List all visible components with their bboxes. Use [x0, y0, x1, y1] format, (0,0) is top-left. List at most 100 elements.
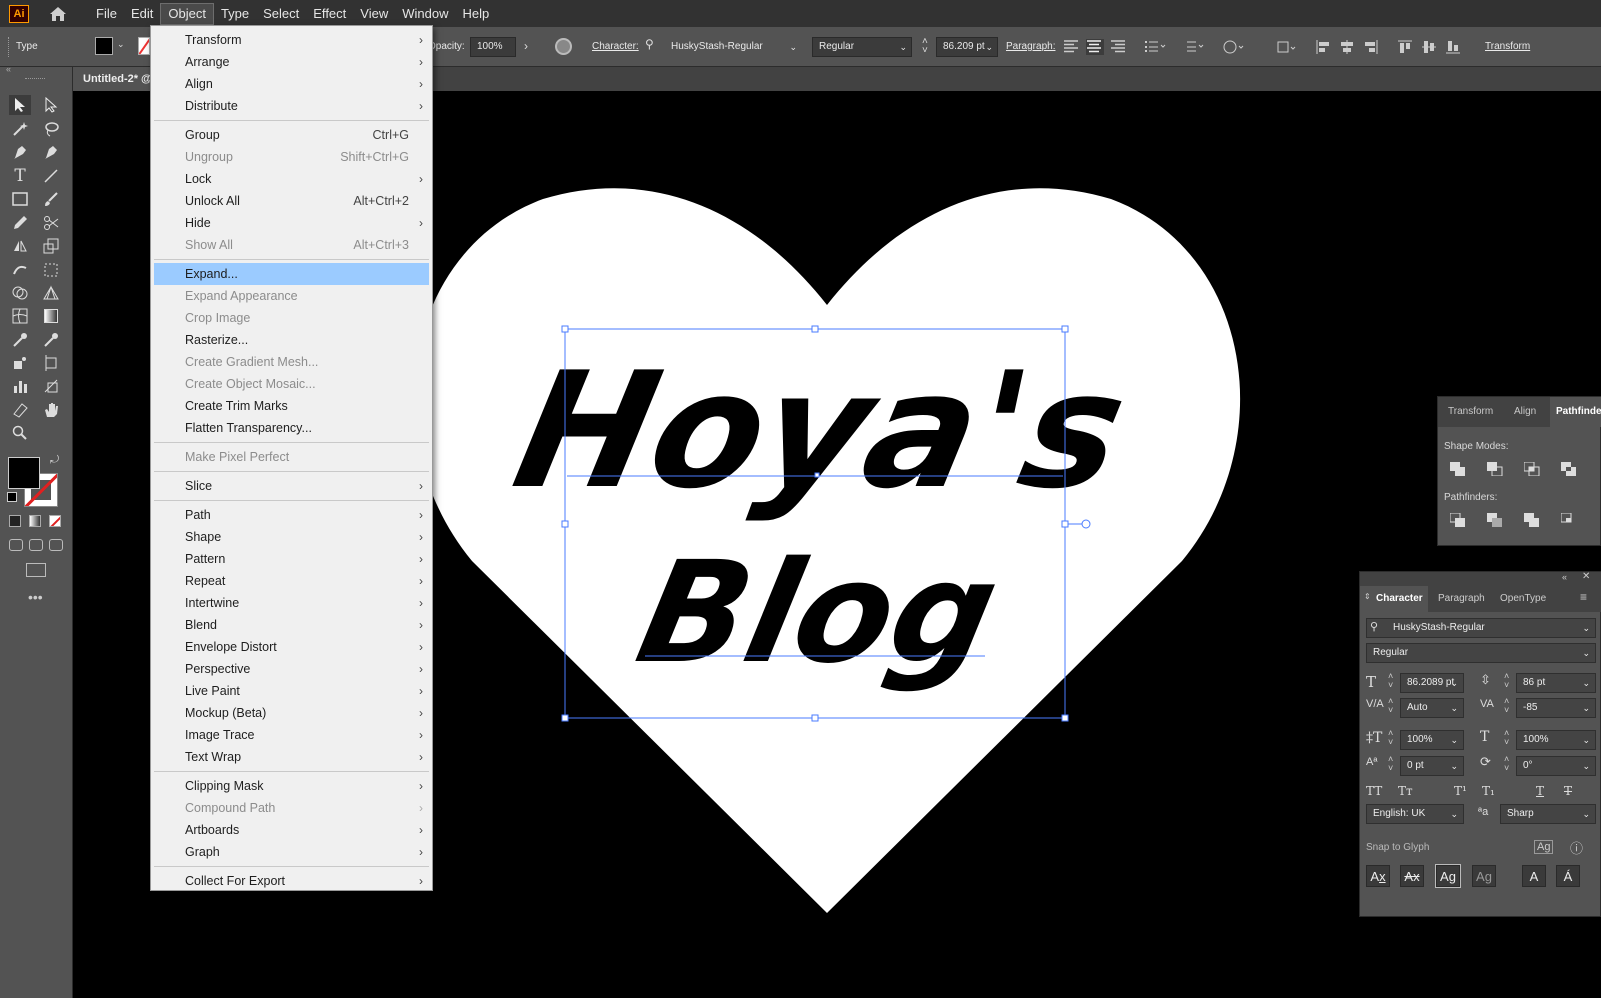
exclude-icon[interactable] — [1561, 462, 1577, 476]
menu-item-arrange[interactable]: Arrange › — [154, 51, 429, 73]
magic-wand-tool-icon[interactable] — [9, 119, 31, 139]
artwork-line2[interactable]: Blog — [625, 532, 1011, 694]
mesh-tool-icon[interactable] — [9, 306, 31, 326]
more-tools-icon[interactable]: ••• — [28, 589, 43, 605]
menu-item-lock[interactable]: Lock › — [154, 168, 429, 190]
tab-transform[interactable]: Transform — [1448, 397, 1493, 427]
menu-item-image-trace[interactable]: Image Trace › — [154, 724, 429, 746]
unite-icon[interactable] — [1450, 462, 1466, 476]
strikethrough-icon[interactable]: T — [1564, 784, 1572, 798]
menu-item-perspective[interactable]: Perspective › — [154, 658, 429, 680]
search-icon[interactable]: ⚲ — [645, 37, 654, 51]
align-vcenter-icon[interactable] — [1421, 39, 1439, 55]
grip-icon[interactable] — [8, 37, 11, 57]
expand-icon[interactable]: ⇕ — [1364, 592, 1371, 601]
swap-colors-icon[interactable]: ⤾ — [50, 454, 59, 467]
menu-item-align[interactable]: Align › — [154, 73, 429, 95]
screen-mode-icon[interactable] — [26, 563, 46, 577]
font-size-field[interactable]: 86.209 pt ⌄ — [936, 37, 998, 57]
reflect-tool-icon[interactable] — [9, 236, 31, 256]
tab-opentype[interactable]: OpenType — [1500, 593, 1546, 604]
font-family-dropdown[interactable]: HuskyStash-Regular ⌄ — [1366, 618, 1596, 638]
draw-inside-icon[interactable] — [49, 539, 63, 551]
menu-item-text-wrap[interactable]: Text Wrap › — [154, 746, 429, 768]
stepper-icon[interactable]: ˄ ˅ — [1504, 755, 1509, 773]
perspective-grid-tool-icon[interactable] — [40, 283, 62, 303]
align-top-icon[interactable] — [1397, 39, 1415, 55]
menu-item-distribute[interactable]: Distribute › — [154, 95, 429, 117]
transform-link[interactable]: Transform — [1485, 41, 1530, 52]
horizontal-scale-field[interactable]: 100% ⌄ — [1516, 730, 1596, 750]
menu-item-path[interactable]: Path › — [154, 504, 429, 526]
transform-icon[interactable] — [1276, 39, 1296, 55]
trim-icon[interactable] — [1487, 513, 1503, 527]
none-mode-icon[interactable] — [49, 515, 61, 527]
menu-file[interactable]: File — [89, 3, 124, 25]
rotation-field[interactable]: 0° ⌄ — [1516, 756, 1596, 776]
angular-guides-icon[interactable]: A — [1522, 865, 1546, 887]
font-size-field[interactable]: 86.2089 pt ⌄ — [1400, 673, 1464, 693]
document-tab[interactable]: Untitled-2* @ — [73, 67, 153, 91]
stroke-swatch[interactable] — [138, 37, 150, 55]
zoom-tool-icon[interactable] — [9, 423, 31, 443]
glyph-bounds-snap-icon[interactable]: Ag — [1435, 864, 1461, 888]
grip-icon[interactable] — [25, 78, 45, 80]
menu-item-unlock-all[interactable]: Unlock All Alt+Ctrl+2 — [154, 190, 429, 212]
color-mode-icon[interactable] — [9, 515, 21, 527]
align-bottom-icon[interactable] — [1445, 39, 1463, 55]
stepper-icon[interactable]: ˄ ˅ — [1504, 697, 1509, 715]
menu-edit[interactable]: Edit — [124, 3, 160, 25]
artboard-tool-icon[interactable] — [40, 353, 62, 373]
collapse-icon[interactable]: « — [1562, 572, 1567, 582]
line-tool-icon[interactable] — [40, 166, 62, 186]
subscript-icon[interactable]: T₁ — [1482, 784, 1495, 798]
hand-tool-icon[interactable] — [40, 400, 62, 420]
menu-item-create-trim-marks[interactable]: Create Trim Marks — [154, 395, 429, 417]
fill-swatch[interactable] — [95, 37, 113, 55]
slice-tool-icon[interactable] — [40, 376, 62, 396]
crop-icon[interactable] — [1560, 512, 1577, 527]
anchor-point-snap-icon[interactable]: Á — [1556, 865, 1580, 887]
menu-window[interactable]: Window — [395, 3, 455, 25]
shape-builder-tool-icon[interactable] — [9, 283, 31, 303]
symbol-sprayer-tool-icon[interactable] — [9, 353, 31, 373]
gradient-tool-icon[interactable] — [40, 306, 62, 326]
draw-behind-icon[interactable] — [29, 539, 43, 551]
align-right-edges-icon[interactable] — [1363, 39, 1381, 55]
character-link[interactable]: Character: — [592, 41, 639, 52]
panel-menu-icon[interactable]: ≡ — [1580, 590, 1587, 604]
menu-item-mockup-beta[interactable]: Mockup (Beta) › — [154, 702, 429, 724]
menu-item-pattern[interactable]: Pattern › — [154, 548, 429, 570]
measure-tool-icon[interactable] — [40, 330, 62, 350]
stepper-icon[interactable]: ˄ ˅ — [1388, 755, 1393, 773]
numbered-list-icon[interactable] — [1182, 39, 1204, 55]
superscript-icon[interactable]: T¹ — [1454, 784, 1467, 798]
stepper-icon[interactable]: ˄ ˅ — [1388, 672, 1393, 690]
stepper-icon[interactable]: ˄ ˅ — [922, 37, 928, 56]
menu-item-flatten-transparency[interactable]: Flatten Transparency... — [154, 417, 429, 439]
artwork-line1[interactable]: Hoya's — [501, 339, 1141, 525]
x-height-snap-icon[interactable]: Ax — [1400, 865, 1424, 887]
menu-item-graph[interactable]: Graph › — [154, 841, 429, 863]
menu-item-expand[interactable]: Expand... — [154, 263, 429, 285]
menu-item-shape[interactable]: Shape › — [154, 526, 429, 548]
intersect-icon[interactable] — [1523, 461, 1540, 477]
menu-item-group[interactable]: Group Ctrl+G — [154, 124, 429, 146]
tab-pathfinder[interactable]: Pathfinder — [1550, 397, 1601, 427]
graph-tool-icon[interactable] — [9, 376, 31, 396]
glyph-guides-icon[interactable]: Ag — [1534, 840, 1554, 854]
baseline-shift-field[interactable]: 0 pt ⌄ — [1400, 756, 1464, 776]
menu-item-slice[interactable]: Slice › — [154, 475, 429, 497]
menu-item-artboards[interactable]: Artboards › — [154, 819, 429, 841]
all-caps-icon[interactable]: TT — [1366, 784, 1382, 798]
stepper-icon[interactable]: ˄ ˅ — [1504, 672, 1509, 690]
font-style-dropdown[interactable]: Regular ⌄ — [1366, 643, 1596, 663]
leading-field[interactable]: 86 pt ⌄ — [1516, 673, 1596, 693]
merge-icon[interactable] — [1524, 513, 1540, 527]
divide-icon[interactable] — [1449, 512, 1466, 527]
chevron-right-icon[interactable]: › — [524, 39, 528, 53]
text-threading-port[interactable] — [1081, 519, 1091, 529]
menu-view[interactable]: View — [353, 3, 395, 25]
chevron-down-icon[interactable]: ⌄ — [117, 39, 125, 50]
font-style-dropdown[interactable]: Regular ⌄ — [812, 37, 912, 57]
